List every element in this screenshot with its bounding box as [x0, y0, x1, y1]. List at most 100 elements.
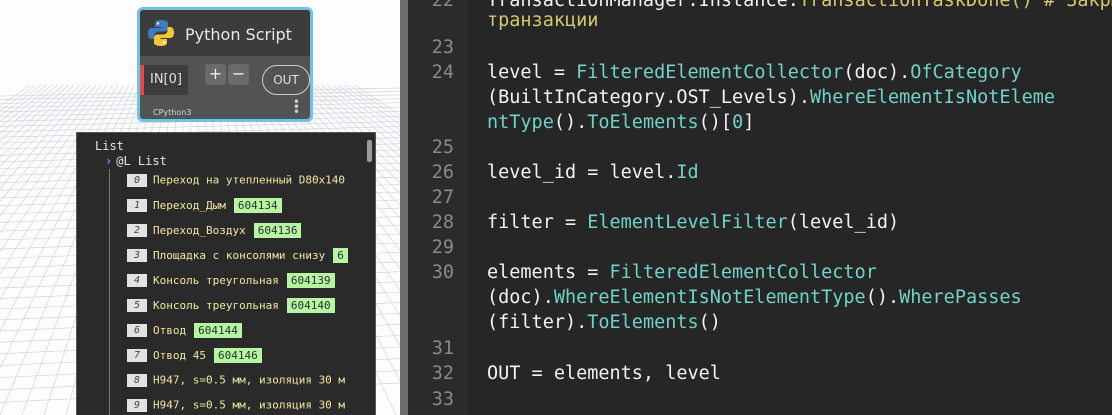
list-item[interactable]: 3 Площадка с консолями снизу 6: [127, 248, 348, 264]
code-token: WherePasses: [899, 287, 1022, 308]
code-line[interactable]: 24 level = FilteredElementCollector(doc).…: [408, 60, 1112, 85]
code-token: ToElements: [587, 112, 699, 133]
list-sub-label: @L List: [116, 154, 167, 168]
code-line[interactable]: 28 filter = ElementLevelFilter(level_id): [408, 210, 1112, 235]
element-id-badge[interactable]: 6: [333, 248, 348, 263]
code-line[interactable]: 23: [408, 35, 1112, 60]
list-sub-header[interactable]: › @L List: [105, 154, 167, 168]
code-line[interactable]: (doc).WhereElementIsNotElementType().Whe…: [408, 285, 1112, 310]
code-line[interactable]: 27: [408, 185, 1112, 210]
item-index: 1: [127, 199, 147, 212]
element-id-badge[interactable]: 604136: [253, 223, 302, 238]
code-token: ToElements: [587, 312, 699, 333]
list-item[interactable]: 1 Переход_Дым 604134: [127, 198, 282, 214]
line-number: 27: [431, 187, 454, 208]
code-line[interactable]: 33: [408, 387, 1112, 412]
line-number: 30: [431, 262, 454, 283]
code-editor[interactable]: 22 TransactionManager.Instance.Transactio…: [408, 0, 1112, 415]
line-number: 25: [431, 137, 454, 158]
input-port-in0[interactable]: IN[0]: [140, 65, 188, 95]
remove-input-button[interactable]: −: [228, 64, 249, 85]
item-index: 5: [127, 299, 147, 312]
list-item[interactable]: 2 Переход_Воздух 604136: [127, 223, 302, 239]
list-item[interactable]: 7 Отвод 45 604146: [127, 348, 262, 364]
splitter[interactable]: [400, 0, 408, 415]
line-code: filter = ElementLevelFilter(level_id): [487, 210, 899, 235]
node-title: Python Script: [185, 25, 292, 44]
code-line[interactable]: транзакции: [408, 8, 1112, 33]
line-code: (BuiltInCategory.OST_Levels).WhereElemen…: [487, 85, 1055, 110]
element-id-badge[interactable]: 604139: [286, 273, 335, 288]
list-item[interactable]: 5 Консоль треугольная 604140: [127, 298, 335, 314]
code-token: (doc).: [843, 62, 911, 83]
python-logo-icon: [148, 20, 174, 46]
chevron-right-icon[interactable]: ›: [105, 154, 112, 168]
code-line[interactable]: (BuiltInCategory.OST_Levels).WhereElemen…: [408, 85, 1112, 110]
element-id-badge[interactable]: 604146: [213, 348, 262, 363]
element-id-badge[interactable]: 604140: [286, 298, 335, 313]
code-line[interactable]: 31: [408, 336, 1112, 361]
code-token: elements =: [487, 262, 610, 283]
item-index: 8: [127, 373, 147, 387]
python-script-node[interactable]: Python Script IN[0] + − OUT CPython3 • • •: [137, 7, 313, 122]
code-token: 0: [732, 112, 744, 133]
list-item[interactable]: 8 H947, s=0.5 мм, изоляция 30 м: [127, 373, 345, 389]
code-token: (level_id): [787, 212, 900, 233]
item-text: Переход_Воздух: [153, 224, 246, 237]
node-header[interactable]: Python Script: [140, 10, 310, 56]
code-token: Id: [676, 162, 699, 183]
element-id-badge[interactable]: 604144: [194, 323, 242, 338]
line-number: 23: [431, 37, 454, 58]
line-number: 26: [431, 162, 454, 183]
item-text: Переход на утепленный D80x140: [153, 173, 346, 187]
item-text: Консоль треугольная: [153, 274, 279, 287]
item-text: Отвод: [153, 324, 187, 337]
item-index: 4: [127, 274, 147, 287]
item-index: 7: [127, 349, 147, 362]
code-token: level =: [487, 62, 577, 83]
code-line[interactable]: 26 level_id = level.Id: [408, 160, 1112, 185]
item-text: H947, s=0.5 мм, изоляция 30 м: [153, 398, 346, 412]
code-token: ElementLevelFilter: [587, 212, 788, 233]
code-token: транзакции: [487, 10, 599, 31]
code-line[interactable]: (filter).ToElements(): [408, 310, 1112, 335]
line-number: 29: [431, 237, 454, 258]
line-number: 28: [431, 212, 454, 233]
item-index: 3: [127, 249, 147, 262]
code-line[interactable]: 29: [408, 235, 1112, 260]
watch-list-panel[interactable]: List › @L List 0 Переход на утепленный D80…: [76, 132, 376, 415]
item-text: H947, s=0.5 мм, изоляция 30 м: [153, 373, 346, 387]
line-code: (filter).ToElements(): [487, 310, 721, 335]
list-item[interactable]: 6 Отвод 604144: [127, 323, 242, 339]
code-line[interactable]: ntType().ToElements()[0]: [408, 110, 1112, 135]
list-item[interactable]: 4 Консоль треугольная 604139: [127, 273, 335, 289]
code-line[interactable]: 30 elements = FilteredElementCollector: [408, 260, 1112, 285]
code-line[interactable]: 25: [408, 135, 1112, 160]
output-port-out[interactable]: OUT: [262, 65, 310, 95]
engine-label: CPython3: [153, 108, 192, 117]
list-item[interactable]: 0 Переход на утепленный D80x140: [127, 173, 345, 189]
more-vertical-icon[interactable]: • • •: [293, 96, 300, 118]
element-id-badge[interactable]: 604134: [233, 198, 282, 213]
code-token: (): [698, 312, 721, 333]
code-token: ]: [743, 112, 755, 133]
item-text: Отвод 45: [153, 349, 206, 362]
add-input-button[interactable]: +: [205, 64, 226, 85]
line-code: (doc).WhereElementIsNotElementType().Whe…: [487, 285, 1022, 310]
item-index: 6: [127, 324, 147, 337]
line-number: 24: [431, 62, 454, 83]
graph-canvas[interactable]: Python Script IN[0] + − OUT CPython3 • • •…: [0, 0, 400, 415]
code-token: level_id = level.: [487, 162, 677, 183]
code-token: ()[: [698, 112, 733, 133]
line-code: elements = FilteredElementCollector: [487, 260, 877, 285]
code-line[interactable]: 32 OUT = elements, level: [408, 361, 1112, 386]
item-index: 2: [127, 224, 147, 237]
list-item[interactable]: 9 H947, s=0.5 мм, изоляция 30 м: [127, 398, 345, 414]
line-code: OUT = elements, level: [487, 361, 721, 386]
code-token: FilteredElementCollector: [609, 262, 877, 283]
scrollbar[interactable]: [367, 140, 372, 162]
code-token: OUT = elements, level: [487, 363, 721, 384]
code-token: WhereElementIsNotEleme: [810, 87, 1056, 108]
line-code: транзакции: [487, 8, 598, 33]
code-token: (BuiltInCategory.OST_Levels).: [487, 87, 811, 108]
